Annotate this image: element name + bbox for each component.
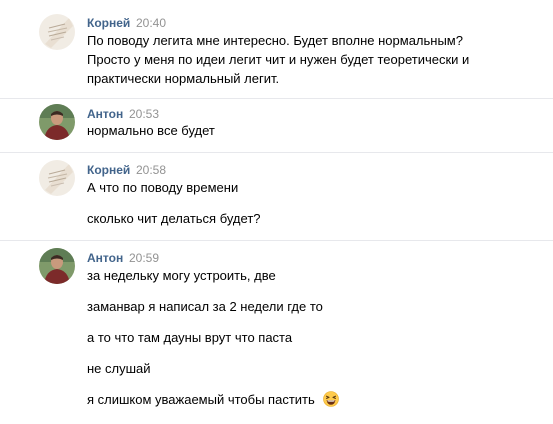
message-text: не слушай bbox=[87, 361, 151, 376]
message-text: По поводу легита мне интересно. Будет вп… bbox=[87, 33, 463, 48]
avatar-anton[interactable] bbox=[39, 104, 75, 140]
author-name[interactable]: Антон bbox=[87, 251, 123, 265]
message-text: заманвар я написал за 2 недели где то bbox=[87, 299, 323, 314]
avatar-anton-icon bbox=[39, 248, 75, 284]
message-text: А что по поводу времени bbox=[87, 180, 239, 195]
avatar-korney[interactable] bbox=[39, 14, 75, 50]
author-name[interactable]: Корней bbox=[87, 163, 130, 177]
message-time[interactable]: 20:40 bbox=[136, 16, 166, 30]
avatar-anton-icon bbox=[39, 104, 75, 140]
message-text: нормально все будет bbox=[87, 123, 215, 138]
laughing-emoji-icon bbox=[323, 391, 339, 407]
message-separator bbox=[0, 98, 553, 99]
message-text: я слишком уважаемый чтобы пастить bbox=[87, 392, 315, 407]
message-separator bbox=[0, 152, 553, 153]
message-text: практически нормальный легит. bbox=[87, 71, 280, 86]
message-text: а то что там дауны врут что паста bbox=[87, 330, 293, 345]
avatar-korney[interactable] bbox=[39, 160, 75, 196]
message-time[interactable]: 20:59 bbox=[129, 251, 159, 265]
message-text: за недельку могу устроить, две bbox=[87, 268, 276, 283]
author-name[interactable]: Корней bbox=[87, 16, 130, 30]
message-time[interactable]: 20:58 bbox=[136, 163, 166, 177]
author-name[interactable]: Антон bbox=[87, 107, 123, 121]
message-separator bbox=[0, 240, 553, 241]
message-text: Просто у меня по идеи легит чит и нужен … bbox=[87, 52, 470, 67]
avatar-korney-icon bbox=[39, 160, 75, 196]
avatar-anton[interactable] bbox=[39, 248, 75, 284]
avatar-korney-icon bbox=[39, 14, 75, 50]
message-text: сколько чит делаться будет? bbox=[87, 211, 261, 226]
message-time[interactable]: 20:53 bbox=[129, 107, 159, 121]
